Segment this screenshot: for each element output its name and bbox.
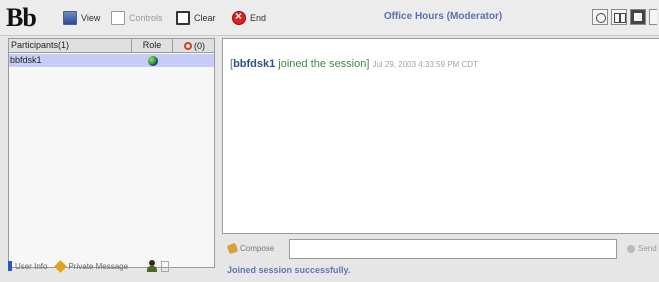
raise-hand-icon — [184, 42, 192, 50]
lock-icon[interactable] — [161, 260, 170, 272]
private-message-button[interactable]: Private Message — [54, 259, 129, 273]
private-message-icon — [54, 259, 68, 273]
role-globe-icon — [147, 55, 158, 66]
person-icon[interactable] — [147, 260, 158, 272]
toolbar: Bb View Controls Clear End Office Hours … — [0, 0, 659, 36]
participants-column-header[interactable]: Participants(1) — [9, 39, 132, 53]
message-timestamp: Jul 29, 2003 4:33:59 PM CDT — [372, 60, 478, 69]
send-icon — [627, 244, 635, 253]
view-mode-chat-icon[interactable] — [592, 9, 608, 25]
view-icon — [63, 11, 77, 25]
participant-role — [132, 54, 173, 67]
view-mode-more-icon[interactable] — [649, 9, 657, 25]
compose-button[interactable]: Compose — [222, 242, 289, 255]
info-icon — [8, 261, 12, 271]
chat-message: [bbfdsk1 joined the session] Jul 29, 200… — [230, 58, 478, 70]
pencil-icon — [226, 242, 239, 255]
participants-footer: User Info Private Message — [8, 256, 215, 276]
view-mode-split-icon[interactable] — [611, 9, 627, 25]
view-label: View — [81, 13, 101, 23]
raise-hand-count: (0) — [194, 40, 205, 51]
message-input[interactable] — [289, 238, 617, 259]
view-mode-switcher — [592, 9, 657, 25]
participants-panel: Participants(1) Role (0) bbfdsk1 — [8, 38, 215, 268]
status-message: Joined session successfully. — [227, 265, 351, 275]
clear-button[interactable]: Clear — [176, 10, 216, 26]
participant-row[interactable]: bbfdsk1 — [9, 54, 214, 67]
controls-icon — [111, 11, 125, 25]
collaborate-window: Bb View Controls Clear End Office Hours … — [0, 0, 659, 282]
blackboard-logo: Bb — [6, 3, 37, 32]
participants-header: Participants(1) Role (0) — [9, 39, 214, 53]
clear-icon — [176, 11, 190, 25]
end-button[interactable]: End — [232, 9, 267, 26]
chat-transcript[interactable]: [bbfdsk1 joined the session] Jul 29, 200… — [222, 38, 659, 234]
view-button[interactable]: View — [63, 10, 100, 26]
send-label: Send — [638, 244, 657, 253]
message-text: joined the session] — [275, 58, 370, 70]
user-info-label: User Info — [15, 261, 48, 271]
send-button[interactable]: Send — [627, 244, 657, 253]
clear-label: Clear — [194, 13, 216, 23]
controls-button[interactable]: Controls — [111, 10, 163, 26]
message-user: bbfdsk1 — [233, 58, 276, 70]
raise-hand-column-header[interactable]: (0) — [173, 39, 214, 53]
private-message-label: Private Message — [68, 261, 129, 271]
view-mode-full-icon[interactable] — [630, 9, 646, 25]
window-title: Office Hours (Moderator) — [383, 11, 503, 22]
participant-name: bbfdsk1 — [10, 55, 42, 65]
end-label: End — [250, 13, 267, 23]
role-column-header[interactable]: Role — [132, 39, 173, 53]
controls-label: Controls — [129, 13, 163, 23]
compose-label: Compose — [240, 244, 275, 253]
user-info-button[interactable]: User Info — [8, 261, 47, 271]
end-icon — [232, 9, 246, 25]
compose-bar: Compose Send — [222, 237, 659, 260]
